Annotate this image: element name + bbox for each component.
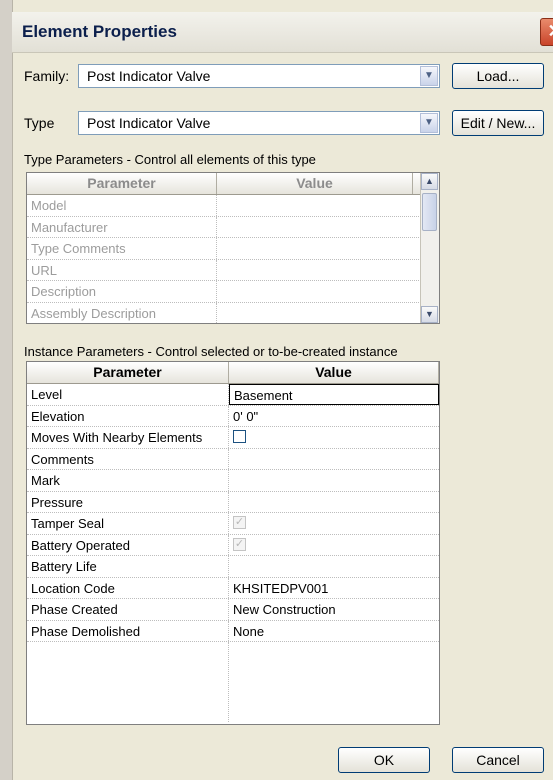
scroll-up-icon[interactable]: ▲ — [421, 173, 438, 190]
type-value: Post Indicator Valve — [87, 115, 211, 131]
value-cell[interactable] — [229, 492, 439, 513]
type-parameters-grid: Parameter Value Model Manufacturer Type Co… — [26, 172, 440, 324]
table-row[interactable]: Tamper Seal ✓ — [27, 513, 439, 535]
edit-new-button[interactable]: Edit / New... — [452, 110, 544, 136]
value-cell[interactable] — [217, 217, 423, 238]
table-row[interactable]: Location Code KHSITEDPV001 — [27, 577, 439, 599]
instance-parameters-caption: Instance Parameters - Control selected o… — [24, 344, 398, 359]
parameter-cell: Location Code — [27, 577, 229, 598]
table-row[interactable]: Type Comments — [27, 238, 423, 260]
value-cell[interactable] — [217, 195, 423, 216]
table-row[interactable]: Battery Operated ✓ — [27, 534, 439, 556]
table-row[interactable]: Moves With Nearby Elements — [27, 427, 439, 449]
value-cell[interactable] — [229, 449, 439, 470]
close-button[interactable]: ✕ — [540, 18, 553, 46]
type-parameters-rows: Model Manufacturer Type Comments URL Descrip… — [27, 195, 423, 324]
instance-parameters-header: Parameter Value — [27, 362, 439, 384]
table-row[interactable]: URL — [27, 259, 423, 281]
close-icon: ✕ — [547, 21, 553, 41]
title-bar[interactable]: Element Properties ✕ — [12, 12, 553, 53]
value-cell[interactable]: 0' 0" — [229, 406, 439, 427]
value-column-header[interactable]: Value — [229, 362, 439, 383]
value-cell[interactable]: None — [229, 621, 439, 642]
table-row[interactable]: Assembly Description — [27, 302, 423, 324]
load-button[interactable]: Load... — [452, 63, 544, 89]
parameter-cell: Elevation — [27, 405, 229, 426]
table-row[interactable]: Description — [27, 281, 423, 303]
value-cell[interactable] — [217, 260, 423, 281]
family-dropdown[interactable]: Post Indicator Valve ▼ — [78, 64, 440, 88]
parameter-cell: Moves With Nearby Elements — [27, 427, 229, 448]
dialog-title: Element Properties — [22, 22, 177, 41]
value-cell[interactable] — [229, 427, 439, 448]
table-row[interactable]: Model — [27, 195, 423, 217]
parameter-cell: Manufacturer — [27, 216, 217, 237]
scroll-down-icon[interactable]: ▼ — [421, 306, 438, 323]
value-cell[interactable]: KHSITEDPV001 — [229, 578, 439, 599]
table-row[interactable]: Battery Life — [27, 556, 439, 578]
checkmark-icon: ✓ — [234, 516, 245, 528]
type-dropdown[interactable]: Post Indicator Valve ▼ — [78, 111, 440, 135]
parameter-cell: Pressure — [27, 491, 229, 512]
parameter-cell: Phase Created — [27, 599, 229, 620]
table-row[interactable]: Level Basement — [27, 384, 439, 406]
value-cell[interactable]: New Construction — [229, 599, 439, 620]
type-parameters-header: Parameter Value — [27, 173, 423, 195]
parameter-cell: Phase Demolished — [27, 620, 229, 641]
ok-button[interactable]: OK — [338, 747, 430, 773]
parameter-cell: Type Comments — [27, 238, 217, 259]
moves-with-nearby-checkbox[interactable] — [233, 430, 246, 443]
type-parameters-scrollbar[interactable]: ▲ ▼ — [420, 173, 439, 323]
parameter-cell: URL — [27, 259, 217, 280]
value-cell[interactable] — [217, 238, 423, 259]
value-cell[interactable]: Basement — [229, 384, 439, 405]
parameter-cell: Mark — [27, 470, 229, 491]
table-row[interactable]: Phase Demolished None — [27, 620, 439, 642]
table-row[interactable]: Manufacturer — [27, 216, 423, 238]
parameter-cell: Model — [27, 195, 217, 216]
parameter-column-header[interactable]: Parameter — [27, 173, 217, 194]
parameter-cell: Battery Life — [27, 556, 229, 577]
value-cell[interactable] — [217, 281, 423, 302]
chevron-down-icon[interactable]: ▼ — [420, 66, 438, 86]
value-cell[interactable] — [229, 556, 439, 577]
type-label: Type — [24, 115, 55, 131]
table-row[interactable]: Pressure — [27, 491, 439, 513]
value-cell[interactable] — [217, 303, 423, 324]
type-parameters-caption: Type Parameters - Control all elements o… — [24, 152, 316, 167]
parameter-cell: Tamper Seal — [27, 513, 229, 534]
tamper-seal-checkbox[interactable]: ✓ — [233, 516, 246, 529]
table-row[interactable]: Elevation 0' 0" — [27, 405, 439, 427]
parameter-cell: Level — [27, 384, 229, 405]
checkmark-icon: ✓ — [234, 537, 245, 550]
value-cell[interactable]: ✓ — [229, 535, 439, 556]
value-cell[interactable]: ✓ — [229, 513, 439, 534]
family-label: Family: — [24, 68, 70, 84]
instance-parameters-rows: Level Basement Elevation 0' 0" Moves With Ne… — [27, 384, 439, 642]
family-value: Post Indicator Valve — [87, 68, 211, 84]
parameter-cell: Assembly Description — [27, 302, 217, 323]
element-properties-dialog: Element Properties ✕ Family: Post Indica… — [0, 0, 553, 780]
table-row[interactable]: Comments — [27, 448, 439, 470]
battery-operated-checkbox[interactable]: ✓ — [233, 537, 246, 551]
chevron-down-icon[interactable]: ▼ — [420, 113, 438, 133]
parameter-cell: Description — [27, 281, 217, 302]
scrollbar-thumb[interactable] — [422, 193, 437, 231]
value-cell[interactable] — [229, 470, 439, 491]
cancel-button[interactable]: Cancel — [452, 747, 544, 773]
value-column-header[interactable]: Value — [217, 173, 413, 194]
parameter-column-header[interactable]: Parameter — [27, 362, 229, 383]
parameter-cell: Battery Operated — [27, 534, 229, 555]
table-row[interactable]: Phase Created New Construction — [27, 599, 439, 621]
background-window-edge — [0, 0, 13, 780]
empty-grid-area — [27, 642, 439, 722]
parameter-cell: Comments — [27, 448, 229, 469]
instance-parameters-grid: Parameter Value Level Basement Elevation 0'… — [26, 361, 440, 725]
table-row[interactable]: Mark — [27, 470, 439, 492]
